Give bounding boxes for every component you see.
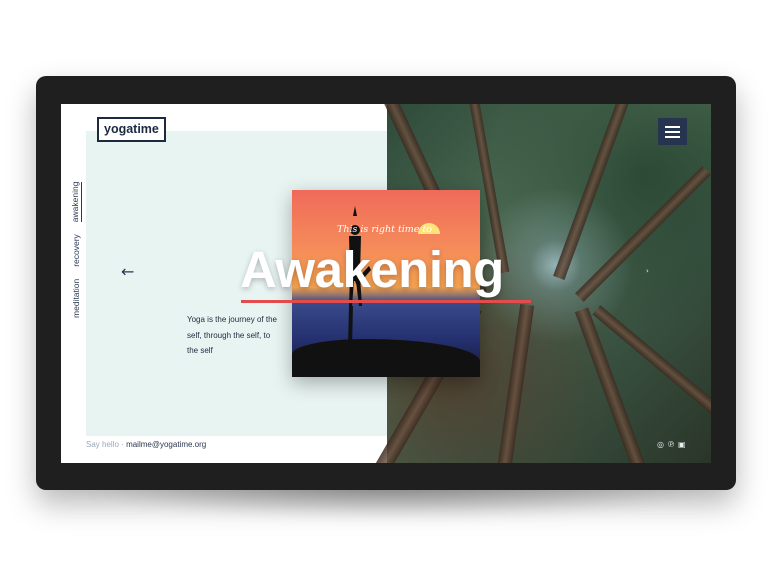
separator: ·: [121, 440, 124, 449]
footer-contact: Say hello · mailme@yogatime.org: [86, 440, 206, 449]
instagram-icon[interactable]: ◎: [657, 440, 664, 449]
tagline: This is right time to: [337, 224, 432, 235]
vertical-nav: meditation recovery awakening: [68, 181, 84, 318]
email-link[interactable]: mailme@yogatime.org: [126, 440, 206, 449]
nav-item-recovery[interactable]: recovery: [71, 234, 81, 267]
hamburger-icon: [665, 126, 680, 128]
menu-button[interactable]: [658, 118, 687, 145]
prev-arrow-icon[interactable]: ←: [121, 262, 134, 281]
title-underline: [241, 300, 531, 303]
social-links: ◎ ℗ ▣: [657, 440, 686, 449]
rock-silhouette: [292, 339, 480, 377]
nav-item-meditation[interactable]: meditation: [71, 279, 81, 318]
hamburger-icon: [665, 136, 680, 138]
next-arrow-icon[interactable]: ›: [646, 267, 649, 275]
description-text: Yoga is the journey of the self, through…: [187, 315, 277, 355]
screen: yogatime meditation recovery awakening ←…: [61, 104, 711, 463]
page-title: Awakening: [240, 241, 504, 298]
hamburger-icon: [665, 131, 680, 133]
tree-trunk: [493, 303, 535, 463]
facebook-icon[interactable]: ▣: [678, 440, 686, 449]
say-hello-label: Say hello: [86, 440, 119, 449]
nav-item-awakening[interactable]: awakening: [70, 181, 82, 223]
pinterest-icon[interactable]: ℗: [667, 440, 675, 449]
logo[interactable]: yogatime: [97, 117, 166, 142]
